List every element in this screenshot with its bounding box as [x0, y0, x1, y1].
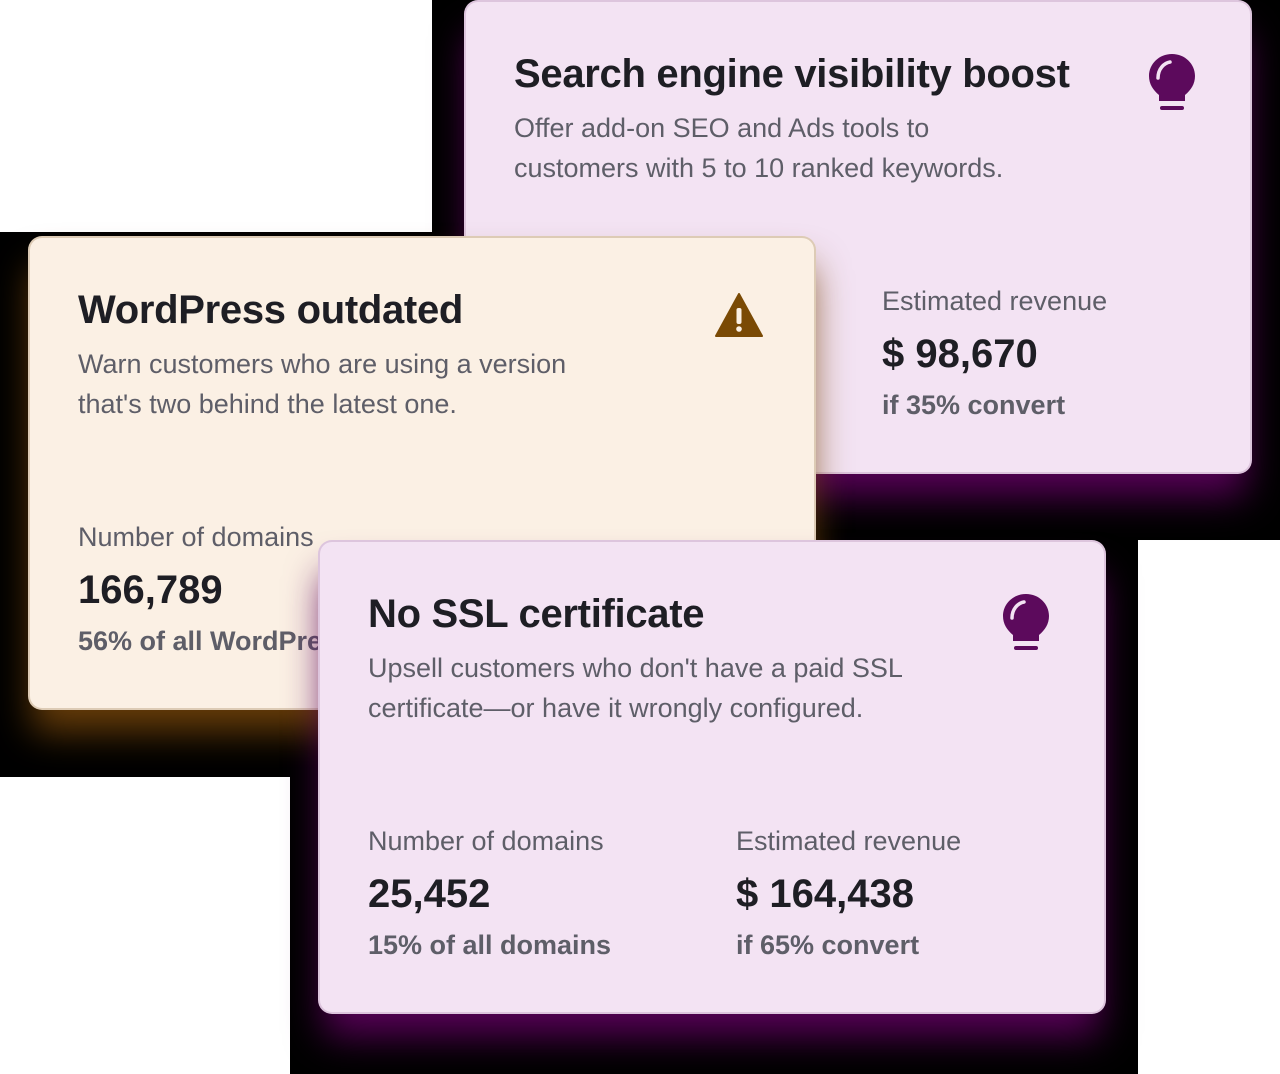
domains-value: 25,452 [368, 872, 491, 916]
description-line: that's two behind the latest one. [78, 389, 457, 419]
description-line: customers with 5 to 10 ranked keywords. [514, 153, 1004, 183]
card-title: Search engine visibility boost [514, 52, 1070, 96]
domains-sub: 56% of all WordPress [78, 626, 353, 656]
description-line: Warn customers who are using a version [78, 349, 567, 379]
card-title: No SSL certificate [368, 592, 705, 636]
revenue-label: Estimated revenue [736, 826, 962, 856]
ssl-card[interactable]: No SSL certificate Upsell customers who … [318, 540, 1106, 1014]
domains-label: Number of domains [368, 826, 604, 856]
description-line: Upsell customers who don't have a paid S… [368, 653, 903, 683]
lightbulb-icon [1146, 52, 1198, 119]
revenue-sub: if 35% convert [882, 390, 1066, 420]
revenue-value: $ 164,438 [736, 872, 914, 916]
warning-icon [714, 292, 764, 343]
card-description: Warn customers who are using a version t… [78, 344, 566, 424]
card-title: WordPress outdated [78, 288, 464, 332]
description-line: Offer add-on SEO and Ads tools to [514, 113, 930, 143]
card-description: Offer add-on SEO and Ads tools to custom… [514, 108, 1003, 188]
lightbulb-icon [1000, 592, 1052, 659]
description-line: certificate—or have it wrongly configure… [368, 693, 864, 723]
domains-value: 166,789 [78, 568, 223, 612]
revenue-sub: if 65% convert [736, 930, 920, 960]
domains-sub: 15% of all domains [368, 930, 612, 960]
revenue-value: $ 98,670 [882, 332, 1038, 376]
card-description: Upsell customers who don't have a paid S… [368, 648, 903, 728]
domains-label: Number of domains [78, 522, 314, 552]
revenue-label: Estimated revenue [882, 286, 1108, 316]
